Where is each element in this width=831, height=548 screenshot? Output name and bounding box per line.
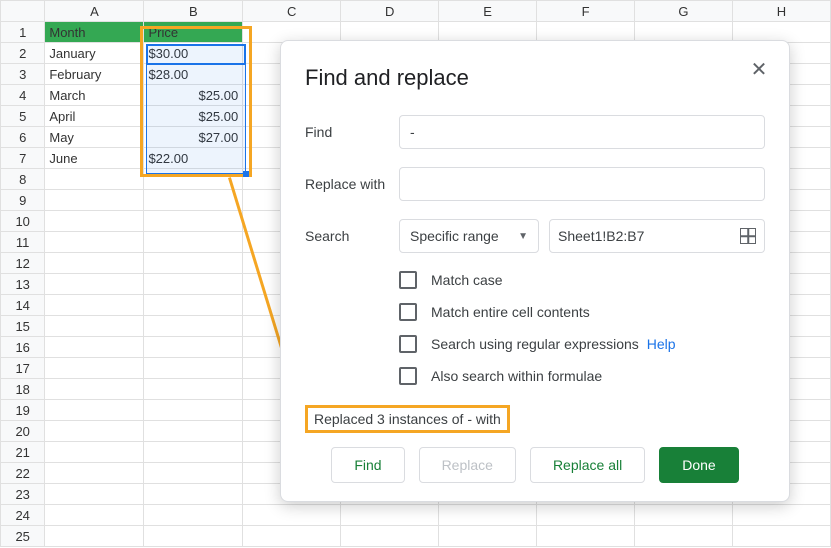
row-header[interactable]: 4 [1,85,45,106]
col-header-a[interactable]: A [45,1,144,22]
row-header[interactable]: 7 [1,148,45,169]
dialog-title: Find and replace [305,65,765,91]
range-value: Sheet1!B2:B7 [558,228,644,244]
find-label: Find [305,124,399,140]
col-header-g[interactable]: G [635,1,733,22]
selection-handle[interactable] [243,171,249,177]
row-header[interactable]: 9 [1,190,45,211]
select-all-corner[interactable] [1,1,45,22]
match-case-label: Match case [431,272,503,288]
row-header[interactable]: 5 [1,106,45,127]
row-header[interactable]: 12 [1,253,45,274]
find-replace-dialog: ✕ Find and replace Find Replace with Sea… [280,40,790,502]
replace-label: Replace with [305,176,399,192]
cell-price[interactable]: $25.00 [144,85,243,106]
cell-month[interactable]: April [45,106,144,127]
cell-price[interactable]: $28.00 [144,64,243,85]
row-header[interactable]: 15 [1,316,45,337]
row-header[interactable]: 18 [1,379,45,400]
cell-month[interactable]: May [45,127,144,148]
col-header-f[interactable]: F [537,1,635,22]
find-input[interactable] [399,115,765,149]
row-header[interactable]: 13 [1,274,45,295]
col-header-h[interactable]: H [732,1,830,22]
row-header[interactable]: 11 [1,232,45,253]
col-header-c[interactable]: C [243,1,341,22]
row-header[interactable]: 2 [1,43,45,64]
row-header[interactable]: 3 [1,64,45,85]
replace-input[interactable] [399,167,765,201]
row-header[interactable]: 21 [1,442,45,463]
row-header[interactable]: 23 [1,484,45,505]
row-header[interactable]: 1 [1,22,45,43]
chevron-down-icon: ▼ [518,231,528,242]
row-header[interactable]: 24 [1,505,45,526]
row-header[interactable]: 14 [1,295,45,316]
formulae-label: Also search within formulae [431,368,602,384]
regex-checkbox[interactable] [399,335,417,353]
row-header[interactable]: 8 [1,169,45,190]
select-range-icon[interactable] [740,228,756,244]
cell-month[interactable]: January [45,43,144,64]
cell-month[interactable]: March [45,85,144,106]
replace-button[interactable]: Replace [419,447,516,483]
header-month[interactable]: Month [45,22,144,43]
status-message: Replaced 3 instances of - with [305,405,510,433]
search-label: Search [305,228,399,244]
row-header[interactable]: 6 [1,127,45,148]
col-header-d[interactable]: D [341,1,439,22]
help-link[interactable]: Help [647,336,676,352]
regex-label: Search using regular expressions [431,336,639,352]
header-price[interactable]: Price [144,22,243,43]
formulae-checkbox[interactable] [399,367,417,385]
search-scope-dropdown[interactable]: Specific range ▼ [399,219,539,253]
cell-month[interactable]: June [45,148,144,169]
row-header[interactable]: 10 [1,211,45,232]
replace-all-button[interactable]: Replace all [530,447,645,483]
row-header[interactable]: 19 [1,400,45,421]
cell-price[interactable]: $30.00 [144,43,243,64]
done-button[interactable]: Done [659,447,738,483]
cell-price[interactable]: $22.00 [144,148,243,169]
row-header[interactable]: 16 [1,337,45,358]
row-header[interactable]: 20 [1,421,45,442]
search-scope-value: Specific range [410,228,499,244]
row-header[interactable]: 22 [1,463,45,484]
match-entire-checkbox[interactable] [399,303,417,321]
col-header-e[interactable]: E [439,1,537,22]
match-entire-label: Match entire cell contents [431,304,590,320]
cell-month[interactable]: February [45,64,144,85]
cell-price[interactable]: $27.00 [144,127,243,148]
col-header-b[interactable]: B [144,1,243,22]
close-icon[interactable]: ✕ [747,59,771,83]
range-input[interactable]: Sheet1!B2:B7 [549,219,765,253]
row-header[interactable]: 25 [1,526,45,547]
find-button[interactable]: Find [331,447,404,483]
row-header[interactable]: 17 [1,358,45,379]
match-case-checkbox[interactable] [399,271,417,289]
cell-price[interactable]: $25.00 [144,106,243,127]
